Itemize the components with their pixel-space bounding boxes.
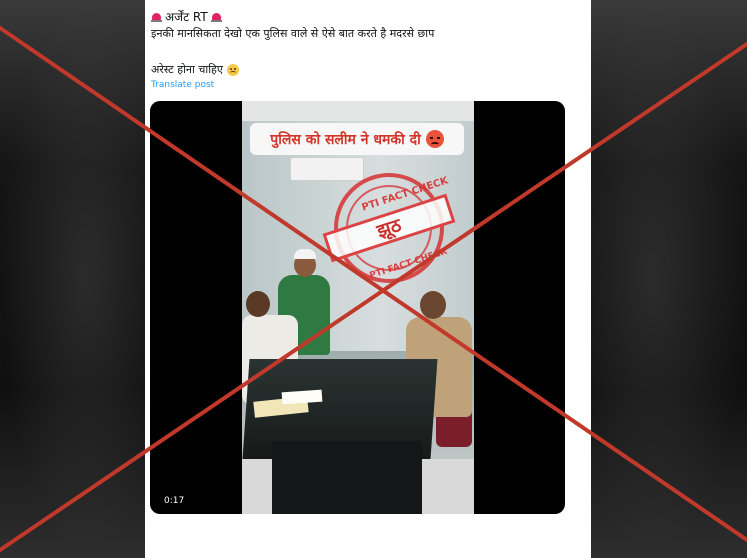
police-officer-head bbox=[420, 291, 446, 319]
video-ceiling bbox=[242, 101, 474, 123]
background-right-glow bbox=[591, 0, 747, 558]
stamp-center-text: झूठ bbox=[374, 214, 404, 243]
air-conditioner bbox=[290, 157, 364, 181]
seated-man-left-head bbox=[246, 291, 270, 317]
video-frame: पुलिस को सलीम ने धमकी दी PTI FACT CHECK … bbox=[242, 101, 474, 514]
tweet-text-line-2-label: अरेस्ट होना चाहिए bbox=[151, 63, 223, 76]
video-caption: पुलिस को सलीम ने धमकी दी bbox=[250, 123, 464, 155]
tweet-text-line-2: अरेस्ट होना चाहिए bbox=[151, 62, 239, 77]
sad-face-icon bbox=[226, 63, 239, 76]
siren-icon bbox=[210, 11, 222, 22]
translate-post-link[interactable]: Translate post bbox=[151, 80, 214, 90]
siren-icon bbox=[151, 11, 162, 22]
author-name: अर्जेंट RT bbox=[165, 10, 208, 24]
fact-check-stamp: PTI FACT CHECK झूठ PTI FACT CHECK bbox=[322, 173, 456, 283]
video-caption-text: पुलिस को सलीम ने धमकी दी bbox=[270, 131, 421, 148]
angry-face-icon bbox=[425, 130, 444, 148]
standing-man-cap bbox=[294, 249, 316, 259]
background-left-glow bbox=[0, 0, 145, 558]
video-timestamp: 0:17 bbox=[164, 496, 185, 506]
office-desk-front bbox=[272, 441, 422, 514]
tweet-text-line-1: इनकी मानसिकता देखो एक पुलिस वाले से ऐसे … bbox=[151, 27, 435, 40]
tweet-author[interactable]: अर्जेंट RT bbox=[151, 8, 222, 25]
video-player[interactable]: पुलिस को सलीम ने धमकी दी PTI FACT CHECK … bbox=[150, 101, 565, 514]
